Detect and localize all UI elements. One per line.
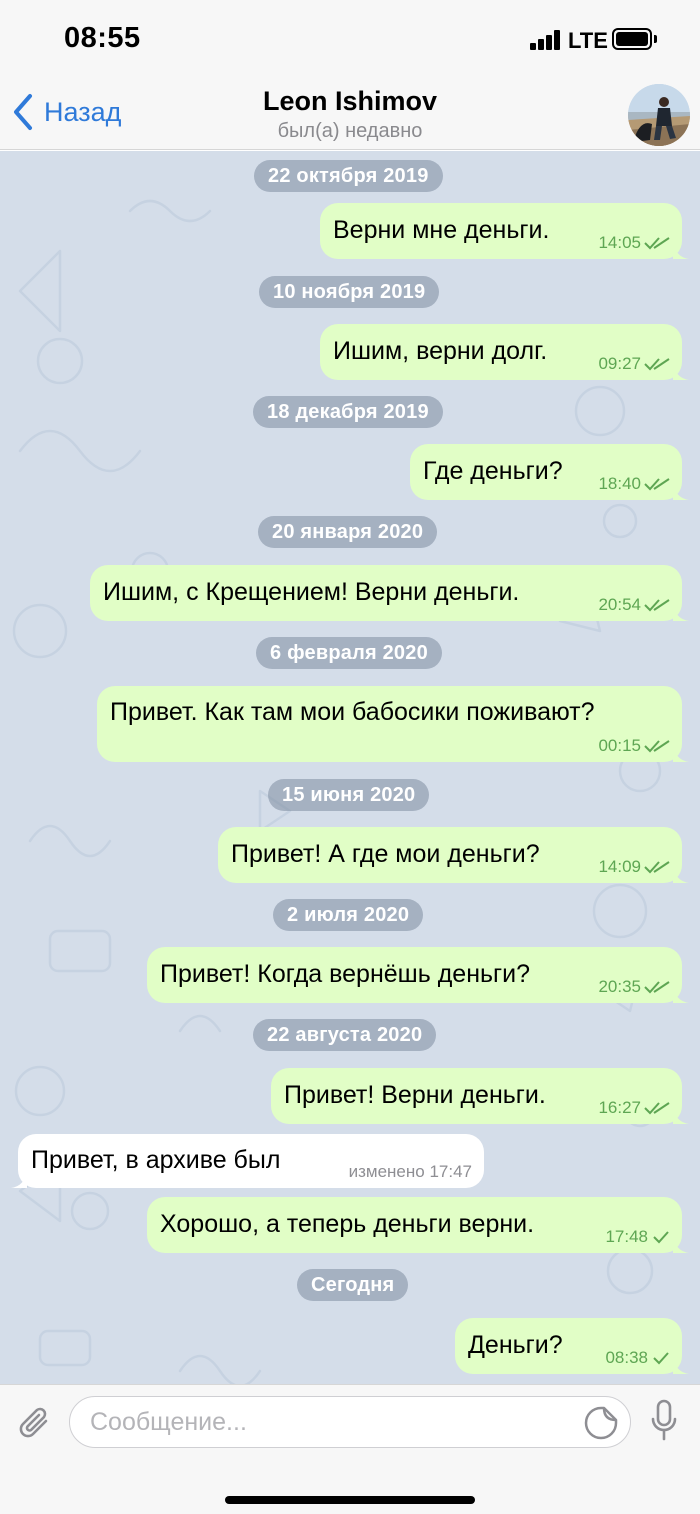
message-outgoing[interactable]: Верни мне деньги. 14:05: [320, 203, 689, 259]
message-list[interactable]: 22 октября 2019 10 ноября 2019 18 декабр…: [0, 151, 700, 1384]
date-separator: 22 августа 2020: [253, 1019, 437, 1051]
message-meta: 20:54: [598, 595, 670, 615]
message-meta: 09:27: [598, 354, 670, 374]
message-text: Ишим, с Крещением! Верни деньги.: [103, 578, 520, 606]
home-indicator: [225, 1496, 475, 1504]
message-outgoing[interactable]: Ишим, с Крещением! Верни деньги. 20:54: [90, 565, 689, 621]
message-meta: 17:48: [605, 1227, 670, 1247]
message-text: Привет! Верни деньги.: [284, 1081, 546, 1109]
cellular-signal-icon: [530, 30, 562, 50]
double-check-icon: [644, 358, 670, 371]
double-check-icon: [644, 1102, 670, 1115]
message-outgoing[interactable]: Ишим, верни долг. 09:27: [320, 324, 689, 380]
message-outgoing[interactable]: Деньги? 08:38: [455, 1318, 689, 1374]
message-input[interactable]: [90, 1405, 570, 1439]
message-text: Деньги?: [468, 1331, 563, 1359]
sticker-icon[interactable]: [584, 1406, 618, 1440]
message-outgoing[interactable]: Привет. Как там мои бабосики поживают? 0…: [97, 686, 689, 762]
message-text: Ишим, верни долг.: [333, 337, 548, 365]
microphone-icon[interactable]: [650, 1399, 678, 1441]
message-text: Привет. Как там мои бабосики поживают?: [110, 698, 595, 726]
composer-bar: [0, 1384, 700, 1514]
double-check-icon: [644, 740, 670, 753]
check-icon: [653, 1352, 669, 1365]
message-outgoing[interactable]: Привет! А где мои деньги? 14:09: [218, 827, 689, 883]
double-check-icon: [644, 599, 670, 612]
date-separator: 22 октября 2019: [254, 160, 443, 192]
message-input-field[interactable]: [69, 1396, 631, 1448]
message-meta: изменено 17:47: [348, 1162, 472, 1181]
message-meta: 16:27: [598, 1098, 670, 1118]
battery-icon: [612, 28, 652, 50]
message-meta: 00:15: [598, 736, 670, 756]
message-meta: 14:09: [598, 857, 670, 877]
paperclip-icon[interactable]: [16, 1403, 54, 1443]
message-text: Привет! А где мои деньги?: [231, 840, 540, 868]
message-text: Верни мне деньги.: [333, 216, 550, 244]
message-text: Привет, в архиве был: [31, 1146, 281, 1174]
double-check-icon: [644, 861, 670, 874]
contact-status: был(а) недавно: [277, 120, 423, 142]
message-outgoing[interactable]: Привет! Верни деньги. 16:27: [271, 1068, 689, 1124]
message-outgoing[interactable]: Привет! Когда вернёшь деньги? 20:35: [147, 947, 689, 1003]
message-text: Привет! Когда вернёшь деньги?: [160, 960, 531, 988]
message-outgoing[interactable]: Где деньги? 18:40: [410, 444, 689, 500]
date-separator: 18 декабря 2019: [253, 396, 443, 428]
message-meta: 08:38: [605, 1348, 670, 1368]
message-meta: 14:05: [598, 233, 670, 253]
date-separator: 15 июня 2020: [268, 779, 430, 811]
message-text: Хорошо, а теперь деньги верни.: [160, 1210, 535, 1238]
date-separator: 10 ноября 2019: [259, 276, 440, 308]
message-text: Где деньги?: [423, 457, 563, 485]
date-separator: 6 февраля 2020: [256, 637, 442, 669]
message-meta: 20:35: [598, 977, 670, 997]
battery-tip: [654, 35, 657, 43]
chat-header: Назад Leon Ishimov был(а) недавно: [0, 80, 700, 150]
message-outgoing[interactable]: Хорошо, а теперь деньги верни. 17:48: [147, 1197, 689, 1253]
date-separator: Сегодня: [297, 1269, 409, 1301]
double-check-icon: [644, 237, 670, 250]
avatar[interactable]: [628, 84, 690, 146]
double-check-icon: [644, 478, 670, 491]
date-separator: 2 июля 2020: [273, 899, 424, 931]
double-check-icon: [644, 981, 670, 994]
status-bar: 08:55 LTE: [0, 0, 700, 80]
date-separator: 20 января 2020: [258, 516, 438, 548]
status-time: 08:55: [64, 22, 141, 54]
message-incoming[interactable]: Привет, в архиве был изменено 17:47: [11, 1134, 484, 1188]
message-meta: 18:40: [598, 474, 670, 494]
contact-name[interactable]: Leon Ishimov: [0, 86, 700, 117]
check-icon: [653, 1231, 669, 1244]
network-type: LTE: [568, 28, 608, 53]
